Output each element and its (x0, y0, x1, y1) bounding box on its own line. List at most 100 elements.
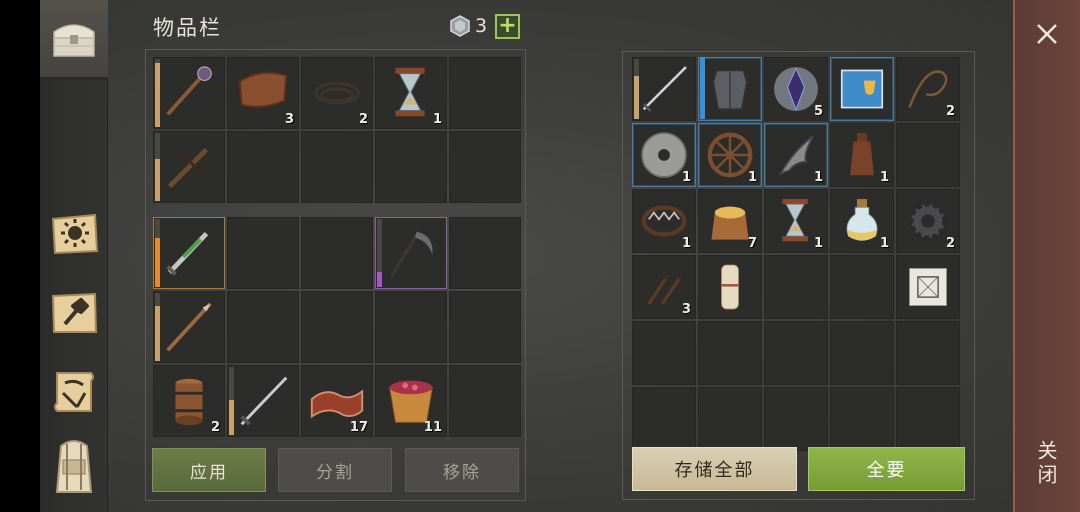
equipment-grid: 2 17 11 (153, 217, 521, 437)
inventory-slot-empty[interactable] (830, 321, 894, 385)
backpack-icon[interactable] (46, 440, 102, 493)
item-count: 1 (681, 236, 691, 251)
inventory-slot-empty[interactable] (449, 131, 521, 203)
inventory-slot-longsword[interactable] (632, 57, 696, 121)
inventory-slot-empty[interactable] (830, 255, 894, 319)
book-icon (840, 69, 884, 109)
inventory-slot-crossbow[interactable] (153, 131, 225, 203)
inventory-slot-armor[interactable] (698, 57, 762, 121)
inventory-slot-sword[interactable] (227, 365, 299, 437)
item-count: 3 (284, 112, 294, 127)
inventory-slot-scythe[interactable] (375, 217, 447, 289)
inventory-grid: 3 2 1 (153, 57, 521, 203)
inventory-slot-empty[interactable] (227, 131, 299, 203)
item-count: 5 (813, 104, 823, 119)
close-icon[interactable] (1031, 18, 1063, 50)
sun-map-icon[interactable] (46, 208, 102, 260)
close-panel[interactable] (1013, 0, 1080, 512)
inventory-slot-empty[interactable] (301, 291, 373, 363)
inventory-slot-hourglass[interactable]: 1 (375, 57, 447, 129)
inventory-slot-bone-blade[interactable]: 1 (764, 123, 828, 187)
item-count: 1 (432, 112, 442, 127)
blueprint-icon (909, 268, 947, 306)
store-all-button[interactable]: 存储全部 (632, 447, 797, 491)
apply-button[interactable]: 应用 (152, 448, 266, 492)
inventory-slot-mace[interactable] (153, 57, 225, 129)
inventory-slot-grain-sack[interactable]: 7 (698, 189, 762, 253)
spear-icon (166, 302, 212, 352)
inventory-slot-potion[interactable]: 1 (830, 189, 894, 253)
item-count: 1 (879, 236, 889, 251)
inventory-slot-empty[interactable] (449, 217, 521, 289)
inventory-slot-nails[interactable]: 3 (632, 255, 696, 319)
inventory-slot-empty[interactable] (632, 321, 696, 385)
scroll-icon (721, 264, 739, 310)
inventory-slot-empty[interactable] (227, 291, 299, 363)
inventory-slot-hourglass[interactable]: 1 (764, 189, 828, 253)
item-count: 2 (358, 112, 368, 127)
inventory-slot-spear[interactable] (153, 291, 225, 363)
poison-dagger-icon (166, 231, 209, 276)
inventory-slot-leather[interactable]: 3 (227, 57, 299, 129)
inventory-slot-empty[interactable] (449, 57, 521, 129)
item-count: 2 (945, 236, 955, 251)
item-count: 1 (747, 170, 757, 185)
remove-button[interactable]: 移除 (405, 448, 519, 492)
quest-scroll-icon[interactable] (46, 366, 102, 418)
inventory-slot-empty[interactable] (896, 321, 960, 385)
add-gems-button[interactable]: + (495, 14, 520, 39)
take-all-button[interactable]: 全要 (808, 447, 965, 491)
inventory-slot-empty[interactable] (698, 321, 762, 385)
screen-bezel (0, 0, 40, 512)
inventory-slot-bear-trap[interactable]: 1 (632, 189, 696, 253)
close-label[interactable]: 关闭 (1033, 440, 1061, 488)
chest-icon[interactable] (46, 12, 102, 64)
item-count: 11 (423, 420, 442, 435)
item-count: 7 (747, 236, 757, 251)
item-count: 3 (681, 302, 691, 317)
inventory-slot-empty[interactable] (764, 321, 828, 385)
inventory-slot-empty[interactable] (227, 217, 299, 289)
inventory-slot-empty[interactable] (375, 291, 447, 363)
sword-icon (240, 376, 288, 426)
inventory-slot-poison-dagger[interactable] (153, 217, 225, 289)
inventory-slot-crystal[interactable]: 5 (764, 57, 828, 121)
inventory-slot-empty[interactable] (449, 291, 521, 363)
inventory-slot-bottle[interactable]: 1 (830, 123, 894, 187)
item-count: 1 (681, 170, 691, 185)
inventory-slot-scroll[interactable] (698, 255, 762, 319)
build-hammer-icon[interactable] (46, 287, 102, 339)
scythe-icon (389, 230, 433, 278)
inventory-slot-book[interactable] (830, 57, 894, 121)
armor-icon (712, 69, 748, 111)
crossbow-icon (167, 146, 209, 189)
inventory-slot-empty[interactable] (764, 387, 828, 451)
inventory-slot-empty[interactable] (301, 217, 373, 289)
item-count: 1 (813, 236, 823, 251)
inventory-slot-blueprint[interactable] (896, 255, 960, 319)
inventory-slot-empty[interactable] (764, 255, 828, 319)
storage-grid: 5 2 1 1 1 1 1 7 1 1 2 3 (632, 57, 960, 451)
inventory-slot-empty[interactable] (301, 131, 373, 203)
inventory-slot-rope[interactable]: 2 (301, 57, 373, 129)
inventory-slot-empty[interactable] (896, 387, 960, 451)
inventory-slot-empty[interactable] (449, 365, 521, 437)
inventory-slot-bacon[interactable]: 17 (301, 365, 373, 437)
split-button[interactable]: 分割 (278, 448, 392, 492)
item-count: 2 (945, 104, 955, 119)
inventory-slot-empty[interactable] (632, 387, 696, 451)
inventory-slot-empty[interactable] (698, 387, 762, 451)
inventory-slot-empty[interactable] (896, 123, 960, 187)
inventory-title: 物品栏 (153, 16, 222, 40)
inventory-slot-empty[interactable] (830, 387, 894, 451)
inventory-slot-empty[interactable] (375, 131, 447, 203)
inventory-slot-berry-bucket[interactable]: 11 (375, 365, 447, 437)
inventory-slot-gear[interactable]: 2 (896, 189, 960, 253)
item-count: 1 (879, 170, 889, 185)
gem-count: 3 (475, 15, 488, 37)
inventory-slot-grindstone[interactable]: 1 (632, 123, 696, 187)
inventory-slot-whip[interactable]: 2 (896, 57, 960, 121)
inventory-slot-barrel[interactable]: 2 (153, 365, 225, 437)
inventory-slot-wheel[interactable]: 1 (698, 123, 762, 187)
item-count: 1 (813, 170, 823, 185)
